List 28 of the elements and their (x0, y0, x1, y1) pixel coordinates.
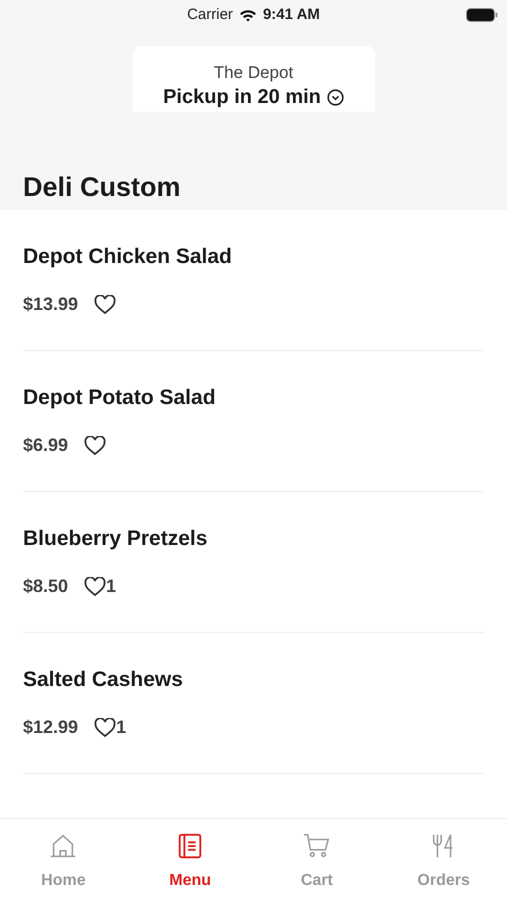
like-count: 1 (116, 716, 126, 739)
carrier-label: Carrier (187, 4, 233, 25)
item-name: Depot Potato Salad (23, 385, 217, 411)
store-card[interactable]: The Depot Pickup in 20 min (132, 46, 374, 112)
item-name: Blueberry Pretzels (23, 526, 208, 552)
heart-icon[interactable] (84, 436, 106, 456)
clock: 9:41 AM (262, 4, 320, 25)
section-title: Deli Custom (23, 172, 181, 202)
item-name: Salted Cashews (23, 667, 184, 693)
battery-icon (466, 8, 498, 22)
menu-item[interactable]: Salted Cashews $12.99 1 (23, 633, 484, 774)
heart-icon[interactable] (94, 294, 116, 314)
store-name: The Depot (214, 62, 294, 84)
like-count: 1 (106, 575, 116, 598)
wifi-icon (238, 8, 257, 22)
menu-item[interactable]: Blueberry Pretzels $8.50 1 (23, 492, 484, 633)
chevron-down-icon[interactable] (326, 88, 344, 106)
item-name: Depot Chicken Salad (23, 244, 233, 270)
heart-icon[interactable] (84, 576, 106, 596)
tab[interactable]: Menu (126, 819, 254, 900)
item-price: $6.99 (23, 434, 68, 457)
menu-item[interactable]: Depot Chicken Salad $13.99 (23, 210, 484, 351)
pickup-time: Pickup in 20 min (163, 85, 321, 110)
item-price: $12.99 (23, 716, 78, 739)
menu-item[interactable]: Depot Potato Salad $6.99 (23, 351, 484, 492)
item-price: $8.50 (23, 575, 68, 598)
item-price: $13.99 (23, 293, 78, 316)
heart-icon[interactable] (94, 718, 116, 738)
